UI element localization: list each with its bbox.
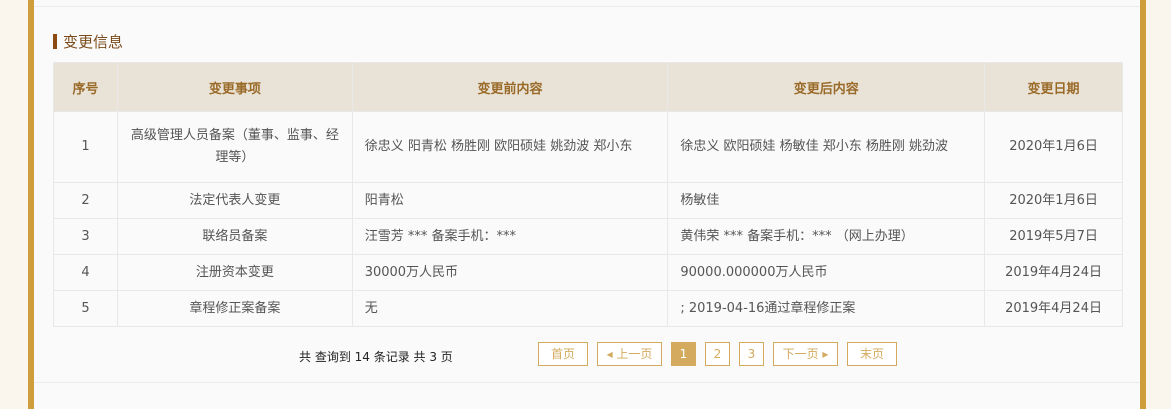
cell-item: 高级管理人员备案（董事、监事、经理等）	[116, 111, 353, 183]
cell-item: 注册资本变更	[116, 254, 353, 291]
title-marker	[53, 34, 57, 49]
cell-item: 法定代表人变更	[116, 182, 353, 219]
page-1-button[interactable]: 1	[671, 342, 696, 366]
first-page-button[interactable]: 首页	[538, 342, 588, 366]
table-row: 5 章程修正案备案无; 2019-04-16通过章程修正案 2019年4月24日	[53, 290, 1123, 327]
cell-date: 2020年1月6日	[984, 111, 1123, 183]
cell-before: 阳青松	[351, 182, 669, 219]
right-border	[1140, 0, 1146, 409]
header-index: 序号	[53, 62, 118, 112]
header-item: 变更事项	[116, 62, 353, 112]
page-2-button[interactable]: 2	[705, 342, 730, 366]
cell-item: 联络员备案	[116, 218, 353, 255]
last-page-button[interactable]: 末页	[847, 342, 897, 366]
table-row: 4 注册资本变更 30000万人民币 90000.000000万人民币 2019年4月2…	[53, 254, 1123, 291]
cell-after: 黄伟荣 *** 备案手机：*** （网上办理）	[667, 218, 986, 255]
cell-date: 2019年4月24日	[984, 254, 1123, 291]
table-row: 3 联络员备案 汪雪芳 *** 备案手机：*** 黄伟荣 *** 备案手机：*** （…	[53, 218, 1123, 255]
cell-before: 汪雪芳 *** 备案手机：***	[351, 218, 669, 255]
cell-index: 3	[53, 218, 118, 255]
cell-date: 2019年5月7日	[984, 218, 1123, 255]
cell-index: 2	[53, 182, 118, 219]
cell-date: 2019年4月24日	[984, 290, 1123, 327]
change-info-panel: 变更信息 序号 变更事项 变更前内容 变更后内容 变更日期 1 高级管理人员备案（…	[34, 0, 1140, 409]
table-row: 2 法定代表人变更 阳青松 杨敏佳 2020年1月6日	[53, 182, 1123, 219]
cell-index: 1	[53, 111, 118, 183]
header-date: 变更日期	[984, 62, 1123, 112]
prev-page-button[interactable]: ◂ 上一页	[597, 342, 662, 366]
cell-before: 30000万人民币	[351, 254, 669, 291]
page-3-button[interactable]: 3	[739, 342, 764, 366]
header-after: 变更后内容	[667, 62, 986, 112]
header-before: 变更前内容	[351, 62, 669, 112]
cell-index: 5	[53, 290, 118, 327]
table-row: 1 高级管理人员备案（董事、监事、经理等） 徐忠义 阳青松 杨胜刚 欧阳硕娃 姚劲波…	[53, 111, 1123, 183]
section-title: 变更信息	[53, 31, 123, 52]
change-table: 序号 变更事项 变更前内容 变更后内容 变更日期 1 高级管理人员备案（董事、监事…	[53, 62, 1123, 327]
cell-item: 章程修正案备案	[116, 290, 353, 327]
cell-after: ; 2019-04-16通过章程修正案	[667, 290, 986, 327]
cell-date: 2020年1月6日	[984, 182, 1123, 219]
divider	[34, 6, 1140, 7]
cell-after: 徐忠义 欧阳硕娃 杨敏佳 郑小东 杨胜刚 姚劲波	[667, 111, 986, 183]
next-page-button[interactable]: 下一页 ▸	[773, 342, 838, 366]
cell-before: 徐忠义 阳青松 杨胜刚 欧阳硕娃 姚劲波 郑小东	[351, 111, 669, 183]
cell-after: 90000.000000万人民币	[667, 254, 986, 291]
cell-after: 杨敏佳	[667, 182, 986, 219]
pagination: 共 查询到 14 条记录 共 3 页 首页 ◂ 上一页 1 2 3 下一页 ▸ …	[34, 342, 1140, 368]
divider	[34, 382, 1140, 383]
record-summary: 共 查询到 14 条记录 共 3 页	[299, 350, 453, 364]
cell-index: 4	[53, 254, 118, 291]
section-title-text: 变更信息	[63, 33, 124, 51]
cell-before: 无	[351, 290, 669, 327]
